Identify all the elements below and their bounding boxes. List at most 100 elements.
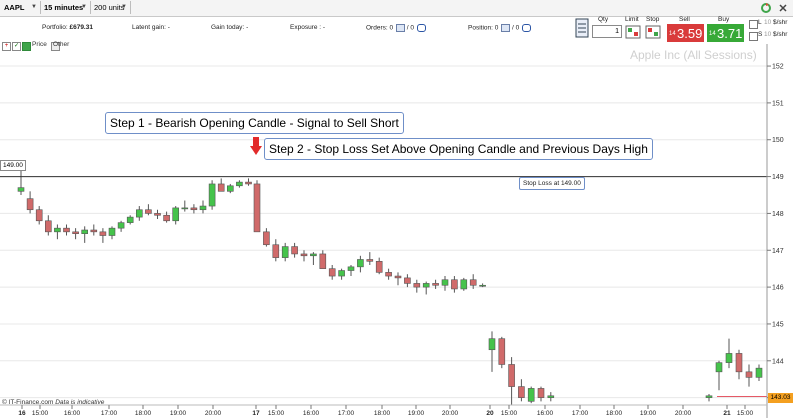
exposure-value: -	[322, 24, 326, 31]
s-label: S	[758, 31, 763, 38]
interval-select[interactable]: 15 minutes ▼	[42, 1, 91, 14]
l-value[interactable]: 10	[764, 19, 771, 26]
candle-body	[715, 362, 723, 373]
y-tick-label: 152	[772, 64, 784, 71]
candle-body	[413, 283, 421, 288]
limit-order-icon[interactable]	[625, 25, 641, 39]
y-tick-label: 144	[772, 358, 784, 365]
x-tick-label: 16:00	[303, 410, 320, 417]
portfolio-info: Portfolio: £679.31	[42, 24, 93, 31]
s-value[interactable]: 10	[764, 31, 771, 38]
candle-body	[227, 185, 234, 192]
candle-body	[422, 283, 430, 288]
candle-body	[705, 395, 713, 398]
x-tick-label: 20	[486, 410, 494, 417]
footer-note: Data is indicative	[55, 399, 105, 406]
step1-annotation: Step 1 - Bearish Opening Candle - Signal…	[105, 112, 404, 134]
qty-label: Qty	[598, 16, 609, 23]
y-tick-label: 145	[772, 321, 784, 328]
candle-body	[281, 246, 289, 258]
candle-body	[72, 231, 79, 234]
footer-brand: © IT-Finance.com	[2, 399, 54, 406]
x-tick-label: 17	[252, 410, 260, 417]
qty-input[interactable]: 1	[592, 25, 622, 38]
step2-annotation: Step 2 - Stop Loss Set Above Opening Can…	[264, 138, 653, 160]
price-chart[interactable]: 143144145146147148149150151152 1615:0016…	[0, 44, 793, 418]
account-info-bar: Portfolio: £679.31 Latent gain: - Gain t…	[0, 17, 572, 39]
y-tick-label: 149	[772, 174, 784, 181]
buy-price-prefix: 14	[709, 31, 716, 37]
x-tick-label: 15:00	[268, 410, 285, 417]
candle-body	[460, 279, 468, 290]
y-tick-label: 148	[772, 211, 784, 218]
units-select[interactable]: 200 units ▼	[92, 1, 131, 14]
candle-body	[385, 272, 392, 277]
candle-body	[44, 220, 52, 233]
orders-list-icon[interactable]	[395, 24, 405, 32]
x-tick-label: 20:00	[205, 410, 222, 417]
close-icon[interactable]	[777, 2, 789, 14]
buy-button[interactable]: 14 3.71	[707, 24, 744, 42]
refresh-icon[interactable]	[760, 2, 772, 14]
candle-body	[488, 338, 496, 351]
candle-body	[154, 213, 161, 216]
candle-body	[63, 227, 70, 233]
candle-body	[245, 181, 252, 185]
gain-today-info: Gain today: -	[211, 24, 248, 31]
limit-checkbox[interactable]	[749, 20, 758, 29]
candle-body	[291, 246, 298, 255]
candle-body	[441, 279, 449, 286]
y-tick-label: 150	[772, 137, 784, 144]
candle-body	[404, 277, 411, 284]
x-tick-label: 18:00	[606, 410, 623, 417]
candle-body	[328, 268, 336, 277]
unit-label-1: $/shr	[773, 19, 788, 26]
candle-body	[236, 181, 243, 187]
chart-footer: © IT-Finance.com Data is indicative	[2, 399, 104, 406]
candle-body	[35, 209, 43, 222]
sell-button[interactable]: 14 3.59	[667, 24, 704, 42]
candle-body	[451, 279, 458, 290]
last-price-badge: 143.03	[768, 393, 793, 403]
chevron-down-icon: ▼	[81, 4, 87, 10]
candle-body	[755, 367, 763, 378]
exposure-info: Exposure : -	[290, 24, 325, 31]
orders-link-icon[interactable]	[416, 24, 426, 32]
candle-body	[181, 207, 189, 210]
stop-checkbox[interactable]	[749, 32, 758, 41]
x-tick-label: 16:00	[64, 410, 81, 417]
sell-label: Sell	[679, 16, 690, 23]
stop-order-icon[interactable]	[645, 25, 661, 39]
x-tick-label: 15:00	[737, 410, 754, 417]
orders-info[interactable]: Orders: 0 / 0	[366, 24, 426, 32]
x-tick-label: 19:00	[408, 410, 425, 417]
position-info[interactable]: Position: 0 / 0	[468, 24, 532, 32]
order-ticket-icon[interactable]	[575, 18, 589, 38]
candle-body	[537, 388, 545, 398]
candle-body	[479, 284, 486, 287]
candle-body	[108, 227, 116, 236]
position-link-icon[interactable]	[522, 24, 532, 32]
candle-body	[253, 183, 261, 233]
candle-body	[300, 253, 308, 257]
candle-body	[432, 283, 439, 286]
candle-body	[217, 183, 225, 192]
sell-price-prefix: 14	[669, 31, 676, 37]
symbol-value: AAPL	[4, 3, 25, 12]
candle-body	[527, 388, 535, 402]
x-tick-label: 18:00	[374, 410, 391, 417]
latent-gain-value: -	[167, 24, 170, 31]
position-list-icon[interactable]	[501, 24, 511, 32]
candle-body	[310, 253, 317, 257]
buy-label: Buy	[718, 16, 730, 23]
candle-body	[547, 395, 555, 398]
candle-body	[735, 353, 743, 373]
y-tick-label: 146	[772, 285, 784, 292]
candle-body	[338, 270, 345, 277]
gain-today-label: Gain today:	[211, 24, 245, 31]
candle-body	[54, 227, 61, 233]
candle-body	[394, 275, 402, 279]
x-tick-label: 16:00	[537, 410, 554, 417]
l-label: L	[758, 19, 762, 26]
symbol-select[interactable]: AAPL ▼	[2, 1, 41, 14]
